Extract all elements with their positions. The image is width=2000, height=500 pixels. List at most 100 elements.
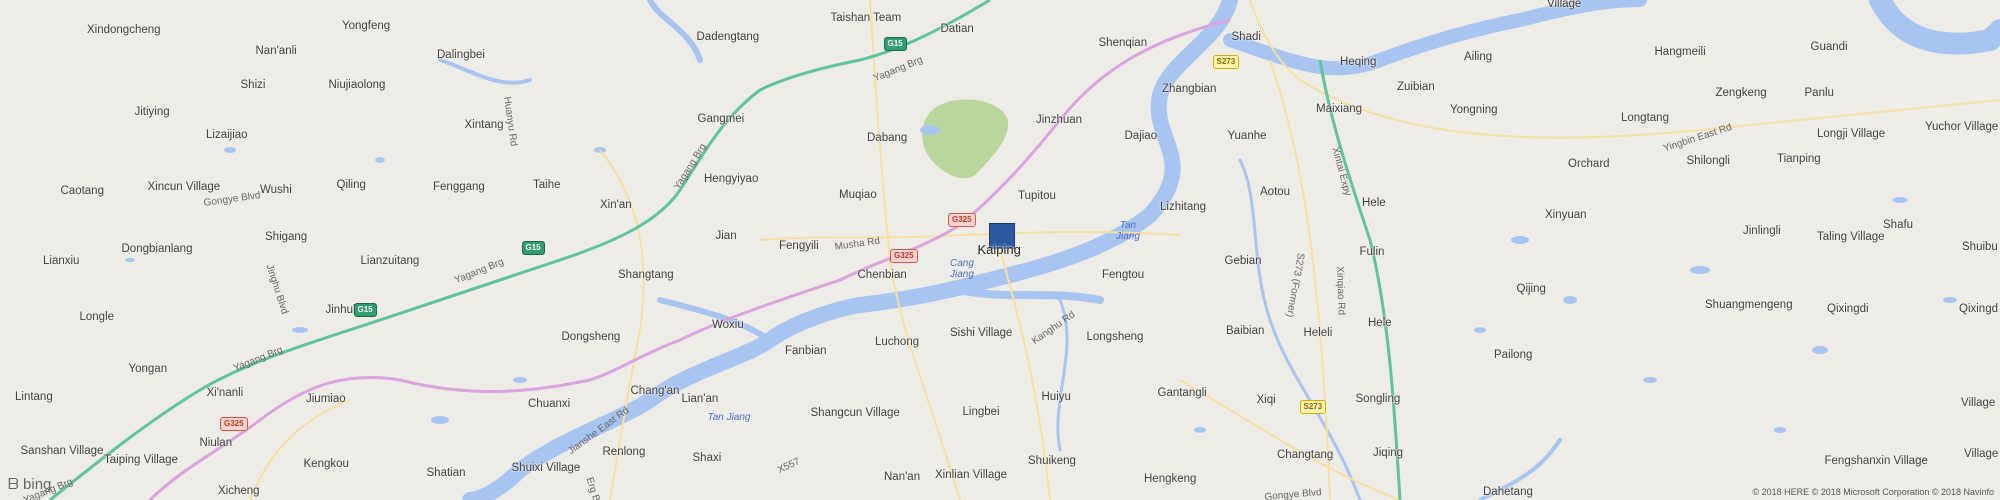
place-label-jian[interactable]: Jian	[716, 230, 737, 243]
place-label-dongbianlang[interactable]: Dongbianlang	[122, 243, 193, 256]
place-label-jinzhuan[interactable]: Jinzhuan	[1036, 114, 1082, 127]
place-label-fengyili[interactable]: Fengyili	[779, 240, 819, 253]
place-label-xindongcheng[interactable]: Xindongcheng	[87, 24, 161, 37]
place-label-lianzuitang[interactable]: Lianzuitang	[361, 255, 420, 268]
city-label-kaiping[interactable]: Kaiping	[978, 243, 1021, 256]
place-label-nan-anli[interactable]: Nan'anli	[256, 45, 297, 58]
place-label-longle[interactable]: Longle	[80, 311, 115, 324]
place-label-longji-village[interactable]: Longji Village	[1817, 128, 1885, 141]
place-label-shafu[interactable]: Shafu	[1883, 219, 1913, 232]
place-label-baibian[interactable]: Baibian	[1226, 325, 1264, 338]
place-label-dadengtang[interactable]: Dadengtang	[697, 31, 760, 44]
place-label-taihe[interactable]: Taihe	[533, 179, 561, 192]
place-label-tianping[interactable]: Tianping	[1777, 153, 1821, 166]
place-label-heqing[interactable]: Heqing	[1340, 56, 1376, 69]
place-label-aotou[interactable]: Aotou	[1260, 186, 1290, 199]
place-label-tupitou[interactable]: Tupitou	[1018, 190, 1056, 203]
place-label-sishi-village[interactable]: Sishi Village	[950, 327, 1012, 340]
place-label-gantangli[interactable]: Gantangli	[1158, 387, 1207, 400]
place-label-dongsheng[interactable]: Dongsheng	[562, 331, 621, 344]
place-label-gangmei[interactable]: Gangmei	[698, 113, 745, 126]
place-label-lingbei[interactable]: Lingbei	[963, 406, 1000, 419]
place-label-kengkou[interactable]: Kengkou	[304, 458, 349, 471]
place-label-lizhitang[interactable]: Lizhitang	[1160, 201, 1206, 214]
place-label-shuixi-village[interactable]: Shuixi Village	[512, 462, 581, 475]
place-label-muqiao[interactable]: Muqiao	[839, 189, 877, 202]
place-label-orchard[interactable]: Orchard	[1568, 158, 1610, 171]
place-label-hele[interactable]: Hele	[1362, 197, 1386, 210]
place-label-niulan[interactable]: Niulan	[200, 437, 233, 450]
place-label-xin-an[interactable]: Xin'an	[600, 199, 632, 212]
place-label-fengtou[interactable]: Fengtou	[1102, 269, 1144, 282]
place-label-luchong[interactable]: Luchong	[875, 336, 919, 349]
place-label-jiumiao[interactable]: Jiumiao	[306, 393, 346, 406]
place-label-shilongli[interactable]: Shilongli	[1687, 155, 1730, 168]
place-label-zhangbian[interactable]: Zhangbian	[1162, 83, 1216, 96]
place-label-xinlian-village[interactable]: Xinlian Village	[935, 469, 1007, 482]
place-label-lian-an[interactable]: Lian'an	[682, 393, 719, 406]
place-label-jiqing[interactable]: Jiqing	[1373, 447, 1403, 460]
place-label-lizaijiao[interactable]: Lizaijiao	[206, 129, 248, 142]
place-label-shatian[interactable]: Shatian	[427, 467, 466, 480]
place-label-taling-village[interactable]: Taling Village	[1817, 231, 1885, 244]
place-label-lintang[interactable]: Lintang	[15, 391, 53, 404]
place-label-shuangmengeng[interactable]: Shuangmengeng	[1705, 299, 1793, 312]
place-label-changtang[interactable]: Changtang	[1277, 449, 1333, 462]
place-label-shuibu[interactable]: Shuibu	[1962, 241, 1998, 254]
place-label-xinyuan[interactable]: Xinyuan	[1545, 209, 1587, 222]
place-label-fanbian[interactable]: Fanbian	[785, 345, 827, 358]
place-label-shangcun-village[interactable]: Shangcun Village	[811, 407, 900, 420]
place-label-shigang[interactable]: Shigang	[265, 231, 307, 244]
place-label-longsheng[interactable]: Longsheng	[1087, 331, 1144, 344]
place-label-village[interactable]: Village	[1961, 397, 1995, 410]
place-label-jinlingli[interactable]: Jinlingli	[1743, 225, 1781, 238]
place-label-datian[interactable]: Datian	[941, 23, 974, 36]
place-label-dajiao[interactable]: Dajiao	[1125, 130, 1158, 143]
place-label-chuanxi[interactable]: Chuanxi	[528, 398, 570, 411]
place-label-dalingbei[interactable]: Dalingbei	[437, 49, 485, 62]
place-label-panlu[interactable]: Panlu	[1805, 87, 1834, 100]
place-label-qixingd[interactable]: Qixingd	[1959, 303, 1998, 316]
place-label-caotang[interactable]: Caotang	[61, 185, 104, 198]
place-label-nan-an[interactable]: Nan'an	[884, 471, 920, 484]
place-label-shadi[interactable]: Shadi	[1232, 31, 1261, 44]
place-label-hele[interactable]: Hele	[1368, 317, 1392, 330]
place-label-shizi[interactable]: Shizi	[241, 79, 266, 92]
place-label-shenqian[interactable]: Shenqian	[1099, 37, 1148, 50]
place-label-yuanhe[interactable]: Yuanhe	[1228, 130, 1267, 143]
place-label-pailong[interactable]: Pailong	[1494, 349, 1532, 362]
place-label-taishan-team[interactable]: Taishan Team	[831, 12, 902, 25]
place-label-fenggang[interactable]: Fenggang	[433, 181, 485, 194]
place-label-xintang[interactable]: Xintang	[465, 119, 504, 132]
place-label-yongfeng[interactable]: Yongfeng	[342, 20, 390, 33]
place-label-wushi[interactable]: Wushi	[260, 184, 292, 197]
place-label-maixiang[interactable]: Maixiang	[1316, 103, 1362, 116]
place-label-fulin[interactable]: Fulin	[1360, 246, 1385, 259]
place-label-hengkeng[interactable]: Hengkeng	[1144, 473, 1196, 486]
place-label-yongan[interactable]: Yongan	[129, 363, 168, 376]
place-label-village[interactable]: Village	[1547, 0, 1581, 11]
place-label-huiyu[interactable]: Huiyu	[1042, 391, 1071, 404]
place-label-niujiaolong[interactable]: Niujiaolong	[329, 79, 386, 92]
place-label-xiqi[interactable]: Xiqi	[1257, 394, 1276, 407]
place-label-lianxiu[interactable]: Lianxiu	[43, 255, 79, 268]
place-label-village[interactable]: Village	[1964, 448, 1998, 461]
place-label-hangmeili[interactable]: Hangmeili	[1655, 46, 1706, 59]
place-label-hengyiyao[interactable]: Hengyiyao	[704, 173, 758, 186]
place-label-yongning[interactable]: Yongning	[1450, 104, 1498, 117]
place-label-renlong[interactable]: Renlong	[603, 446, 646, 459]
place-label-songling[interactable]: Songling	[1356, 393, 1401, 406]
place-label-chang-an[interactable]: Chang'an	[631, 385, 680, 398]
place-label-jitiying[interactable]: Jitiying	[135, 106, 170, 119]
map-view[interactable]: Xindongcheng Yongfeng Dadengtang Taishan Te…	[0, 0, 2000, 500]
place-label-zengkeng[interactable]: Zengkeng	[1716, 87, 1767, 100]
place-label-dahetang[interactable]: Dahetang	[1483, 486, 1533, 499]
place-label-qijing[interactable]: Qijing	[1517, 283, 1546, 296]
place-label-xi-nanli[interactable]: Xi'nanli	[207, 387, 244, 400]
place-label-sanshan-village[interactable]: Sanshan Village	[21, 445, 104, 458]
place-label-dabang[interactable]: Dabang	[867, 132, 907, 145]
place-label-chenbian[interactable]: Chenbian	[858, 269, 907, 282]
place-label-shaxi[interactable]: Shaxi	[693, 452, 722, 465]
place-label-zuibian[interactable]: Zuibian	[1397, 81, 1435, 94]
place-label-yuchor-village[interactable]: Yuchor Village	[1925, 121, 1998, 134]
